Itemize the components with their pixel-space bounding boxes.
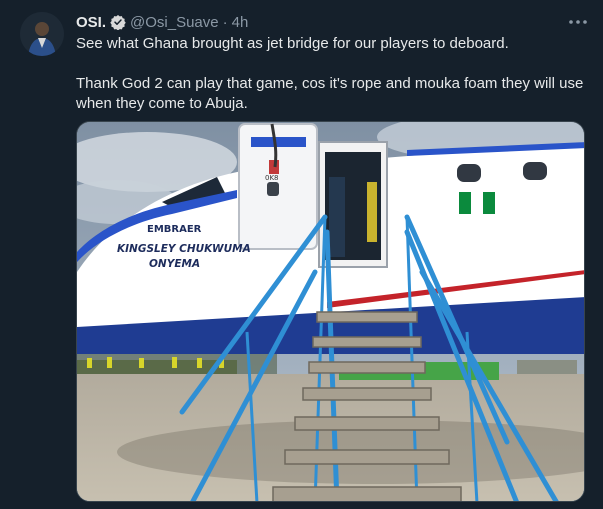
tweet-text-line-1: See what Ghana brought as jet bridge for…: [76, 35, 509, 52]
tweet-photo[interactable]: EMBRAER KINGSLEY CHUKWUMA ONYEMA 0K8: [76, 121, 585, 502]
separator-dot: ·: [222, 13, 228, 31]
tweet-header: OSI. @Osi_Suave · 4h: [76, 12, 248, 32]
more-options-icon[interactable]: [566, 12, 590, 32]
door-marking: 0K8: [265, 174, 279, 182]
verified-badge-icon: [110, 14, 126, 31]
avatar[interactable]: [20, 12, 64, 56]
aircraft-name-line-1: KINGSLEY CHUKWUMA: [117, 243, 251, 255]
brand-text: EMBRAER: [147, 224, 202, 235]
author-name[interactable]: OSI.: [76, 14, 106, 31]
tweet-text-line-2: Thank God 2 can play that game, cos it's…: [76, 75, 584, 112]
author-handle[interactable]: @Osi_Suave: [130, 14, 219, 31]
tweet[interactable]: OSI. @Osi_Suave · 4h See what Ghana brou…: [0, 0, 603, 509]
tweet-text: See what Ghana brought as jet bridge for…: [76, 34, 591, 114]
aircraft-name-line-2: ONYEMA: [149, 258, 200, 270]
aircraft-photo: EMBRAER KINGSLEY CHUKWUMA ONYEMA 0K8: [77, 122, 584, 501]
timestamp[interactable]: 4h: [232, 14, 249, 31]
